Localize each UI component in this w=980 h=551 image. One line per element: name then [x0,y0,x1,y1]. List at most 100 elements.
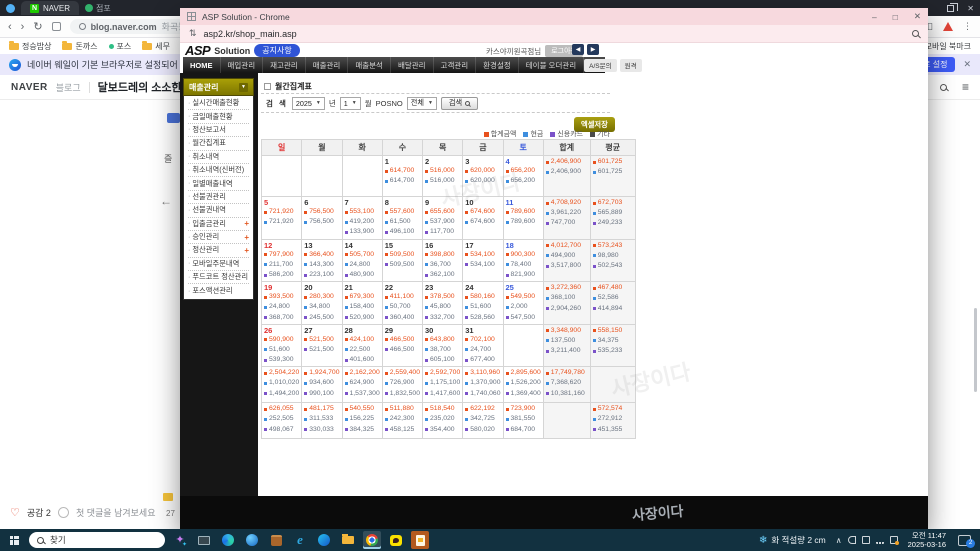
menu-dots-icon[interactable]: ⋮ [963,21,972,32]
edge-icon[interactable] [219,531,237,549]
expand-plus-icon[interactable]: + [244,233,249,242]
sidebar-item[interactable]: ·정산보고서 [188,124,249,137]
nav-item-3[interactable]: 매출관리 [306,57,349,73]
page-scrollbar[interactable] [974,308,977,392]
bookmark-item[interactable]: 돈까스 [62,41,97,52]
sidebar-item[interactable]: ·푸드코트 정산관리+ [188,271,249,284]
asp-minimize-icon[interactable]: – [872,12,877,22]
bookmark-item[interactable]: 세무 [142,41,170,52]
sidebar-item[interactable]: ·일별매출내역 [188,177,249,190]
app-blue-icon[interactable] [243,531,261,549]
taskbar-search[interactable]: 찾기 [29,532,165,548]
blog-logo[interactable]: 블로그 [56,81,81,94]
reload-icon[interactable]: ↻ [33,20,42,33]
sidebar-item[interactable]: ·실시간매출현황 [188,97,249,110]
nav-quick-button[interactable]: A/S문의 [584,59,616,72]
amount-value: 549,500 [511,292,536,302]
nav-item-6[interactable]: 고객관리 [434,57,477,73]
sidebar-item[interactable]: ·선불권내역 [188,204,249,217]
asp-close-icon[interactable]: ✕ [914,11,921,22]
restore-window-icon[interactable] [947,5,954,12]
sidebar-item[interactable]: ·정산관리+ [188,244,249,257]
month-select[interactable]: 1▼ [340,97,361,110]
naver-logo[interactable]: NAVER [11,82,48,93]
notification-center-icon[interactable]: 2 [958,535,971,546]
nav-item-1[interactable]: 매입관리 [221,57,264,73]
tray-network-icon[interactable] [876,536,884,544]
sidebar-item[interactable]: ·입출금관리+ [188,218,249,231]
back-arrow-icon[interactable]: ← [160,194,172,208]
tab-naver[interactable]: N NAVER [21,1,79,15]
year-select[interactable]: 2025▼ [292,97,325,110]
internet-explorer-icon[interactable]: e [291,531,309,549]
like-heart-icon[interactable]: ♡ [10,506,20,519]
hancom-doc-icon[interactable] [411,531,429,549]
tray-person-icon[interactable] [848,536,856,544]
sidebar-item[interactable]: ·포스액션관리 [188,284,249,297]
expand-plus-icon[interactable]: + [244,219,249,228]
task-view-icon[interactable] [195,531,213,549]
nav-item-2[interactable]: 재고관리 [263,57,306,73]
day-number: 30 [425,326,460,335]
sidebar-item[interactable]: ·월간집계표 [188,137,249,150]
nav-item-home[interactable]: HOME [183,57,221,73]
tray-volume-icon[interactable] [890,536,898,544]
asp-url-bar[interactable]: ⇅ asp2.kr/shop_main.asp [180,25,928,43]
kakaotalk-icon[interactable] [387,531,405,549]
posno-select[interactable]: 전체▼ [407,97,437,110]
nav-item-5[interactable]: 배달관리 [391,57,434,73]
asp-maximize-icon[interactable]: □ [893,12,898,22]
report-checkbox[interactable] [264,83,271,90]
nav-item-8[interactable]: 테이블 오더관리 [519,57,584,73]
start-button[interactable] [5,531,23,549]
asp-title-bar[interactable]: ASP Solution - Chrome – □ ✕ [180,8,928,25]
sidebar-item[interactable]: ·취소내역(신버전) [188,164,249,177]
newtab-icon[interactable] [52,22,61,31]
twitter-tab-icon[interactable] [6,4,15,13]
nav-item-7[interactable]: 환경설정 [476,57,519,73]
forward-icon[interactable]: › [21,21,25,33]
blog-category-badge[interactable] [167,113,180,123]
blog-search-icon[interactable] [940,84,947,91]
app-brown-icon[interactable] [267,531,285,549]
bookmark-item[interactable]: 정승밥상 [9,41,51,52]
taskbar-clock[interactable]: 오전 11:47 2025-03-16 [908,531,946,550]
nav-item-4[interactable]: 매출분석 [348,57,391,73]
like-count[interactable]: 공감 2 [27,506,51,519]
tray-display-icon[interactable] [862,536,870,544]
prev-arrow-button[interactable]: ◀ [572,44,584,55]
chevron-down-icon[interactable]: ▼ [239,83,248,92]
close-window-icon[interactable]: ✕ [967,4,974,13]
back-icon[interactable]: ‹ [8,21,12,33]
tab-switch-icon[interactable]: ⇅ [189,28,197,39]
search-button[interactable]: 검색 [441,97,478,110]
chrome-icon[interactable] [363,531,381,549]
sidebar-header[interactable]: 매출관리 ▼ [183,78,254,96]
bookmark-item[interactable]: 포스 [109,41,132,52]
file-explorer-icon[interactable] [339,531,357,549]
expand-plus-icon[interactable]: + [244,246,249,255]
sidebar-item[interactable]: ·취소내역 [188,151,249,164]
sidebar-item[interactable]: ·모바일주문내역 [188,258,249,271]
weather-widget[interactable]: ❄ 화 적설량 2 cm [759,534,826,546]
nav-quick-button[interactable]: 원격 [620,59,642,72]
sidebar-item[interactable]: ·선불권관리 [188,191,249,204]
amount-line: 1,537,300 [345,389,380,399]
whale-browser-icon[interactable] [315,531,333,549]
tab-store[interactable]: 점포 [85,3,111,14]
zoom-icon[interactable] [912,30,919,37]
amount-line: 521,500 [304,345,339,355]
warning-icon[interactable] [943,22,953,31]
next-arrow-button[interactable]: ▶ [587,44,599,55]
copilot-icon[interactable]: ✦✦ [171,531,189,549]
amount-value: 521,500 [309,335,334,345]
comment-prompt[interactable]: 첫 댓글을 남겨보세요 [76,506,156,519]
hidden-icons-chevron[interactable]: ∧ [836,536,842,545]
sidebar-item[interactable]: ·금일매출현황 [188,110,249,123]
notice-close-icon[interactable]: ✕ [963,59,971,70]
amount-value: 2,904,260 [551,304,581,314]
comment-icon[interactable] [58,507,69,518]
sidebar-item[interactable]: ·승인관리+ [188,231,249,244]
blog-menu-icon[interactable]: ≡ [962,81,969,93]
notice-button[interactable]: 공지사항 [254,44,299,57]
